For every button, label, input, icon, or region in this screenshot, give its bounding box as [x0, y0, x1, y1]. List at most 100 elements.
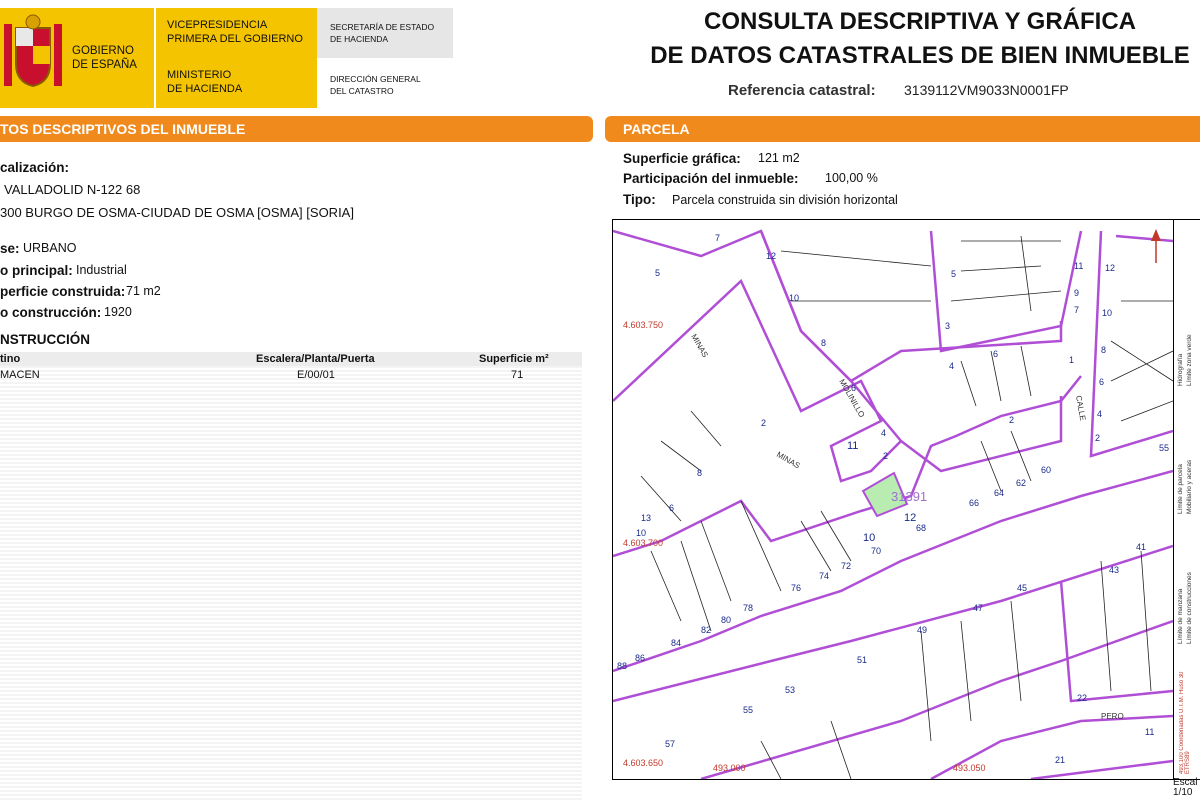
uso-label: o principal: — [0, 263, 73, 278]
col-superficie: Superficie m² — [479, 353, 549, 365]
utm-coordinate-note: 493,100 Coordenadas U.T.M. Huso 30 ETRS8… — [1179, 671, 1191, 774]
legend-items: Hidrografía Límite zona verde Límite de … — [1171, 224, 1200, 774]
legend-manzana: Límite de manzana — [1177, 588, 1184, 644]
svg-text:6: 6 — [993, 349, 998, 359]
page-title-line1: CONSULTA DESCRIPTIVA Y GRÁFICA — [703, 8, 1137, 35]
legend-parcela: Límite de parcela — [1177, 464, 1184, 514]
svg-text:2: 2 — [1009, 415, 1014, 425]
superficie-construida-label: perficie construida: — [0, 284, 126, 299]
coord-y-top: 4.603.750 — [623, 320, 663, 330]
svg-text:4: 4 — [881, 428, 886, 438]
cell-superficie: 71 — [511, 369, 524, 381]
address-line2: 300 BURGO DE OSMA-CIUDAD DE OSMA [OSMA] … — [0, 205, 354, 220]
svg-text:84: 84 — [671, 638, 681, 648]
superficie-construida-value: 71 m2 — [126, 284, 161, 298]
svg-text:4: 4 — [949, 361, 954, 371]
svg-text:70: 70 — [871, 546, 881, 556]
datos-descriptivos-title: TOS DESCRIPTIVOS DEL INMUEBLE — [0, 121, 246, 137]
svg-text:66: 66 — [969, 498, 979, 508]
svg-text:51: 51 — [857, 655, 867, 665]
ref-catastral-value: 3139112VM9033N0001FP — [904, 82, 1069, 98]
svg-text:57: 57 — [665, 739, 675, 749]
gobierno-label: GOBIERNO DE ESPAÑA — [72, 45, 137, 71]
svg-text:6: 6 — [1099, 377, 1104, 387]
datos-descriptivos-header: TOS DESCRIPTIVOS DEL INMUEBLE — [0, 116, 593, 142]
legend-zona-verde: Límite zona verde — [1186, 334, 1193, 386]
svg-text:5: 5 — [655, 268, 660, 278]
localizacion-label: calización: — [0, 160, 70, 175]
svg-text:2: 2 — [1095, 433, 1100, 443]
svg-text:MINAS: MINAS — [689, 333, 709, 359]
construccion-table-body — [0, 366, 582, 800]
svg-text:53: 53 — [785, 685, 795, 695]
svg-text:8: 8 — [1101, 345, 1106, 355]
parcela-title: PARCELA — [623, 121, 690, 137]
svg-text:47: 47 — [973, 603, 983, 613]
svg-text:CALLE: CALLE — [1074, 395, 1087, 422]
ref-catastral-label: Referencia catastral: — [728, 82, 876, 99]
svg-text:6: 6 — [851, 383, 856, 393]
tipo-label: Tipo: — [623, 192, 656, 207]
anio-construccion-value: 1920 — [104, 305, 132, 319]
svg-text:12: 12 — [766, 251, 776, 261]
svg-text:68: 68 — [916, 523, 926, 533]
tipo-value: Parcela construida sin división horizont… — [672, 193, 898, 207]
legend-construcciones: Límite de construcciones — [1186, 572, 1193, 644]
uso-value: Industrial — [76, 263, 127, 277]
coord-y-bot: 4.603.650 — [623, 758, 663, 768]
cadastral-map[interactable]: 4.603.750 4.603.700 4.603.650 493.000 49… — [612, 219, 1174, 780]
svg-text:2: 2 — [761, 418, 766, 428]
svg-text:11: 11 — [1074, 261, 1083, 271]
svg-text:7: 7 — [1074, 305, 1079, 315]
svg-text:13: 13 — [641, 513, 651, 523]
coord-y-mid: 4.603.700 — [623, 538, 663, 548]
svg-text:76: 76 — [791, 583, 801, 593]
legend-mobiliario: Mobiliario y aceras — [1186, 459, 1193, 514]
secretaria-label: SECRETARÍA DE ESTADO DE HACIENDA — [330, 22, 435, 44]
svg-text:5: 5 — [951, 269, 956, 279]
cell-destino: MACEN — [0, 369, 40, 381]
construction-lines — [640, 235, 1173, 779]
table-row: MACEN E/00/01 71 — [0, 368, 582, 382]
page-title-line2: DE DATOS CATASTRALES DE BIEN INMUEBLE — [650, 42, 1190, 69]
svg-text:62: 62 — [1016, 478, 1026, 488]
coord-x2: 493.050 — [953, 763, 986, 773]
address-line1: VALLADOLID N-122 68 — [4, 182, 141, 197]
vicepresidencia-label: VICEPRESIDENCIA PRIMERA DEL GOBIERNO — [167, 19, 303, 45]
svg-text:2: 2 — [883, 451, 888, 461]
svg-text:10: 10 — [1102, 308, 1112, 318]
svg-text:45: 45 — [1017, 583, 1027, 593]
svg-text:11: 11 — [1145, 727, 1154, 737]
svg-text:80: 80 — [721, 615, 731, 625]
svg-text:11: 11 — [847, 440, 858, 452]
logo-separator — [154, 8, 156, 108]
svg-text:PERO: PERO — [1101, 712, 1124, 721]
svg-text:8: 8 — [697, 468, 702, 478]
svg-text:86: 86 — [635, 653, 645, 663]
svg-text:MINAS: MINAS — [775, 450, 801, 470]
map-scale: Escal 1/10 — [1173, 778, 1200, 800]
svg-text:12: 12 — [904, 512, 916, 524]
svg-text:10: 10 — [636, 528, 646, 538]
svg-text:55: 55 — [1159, 443, 1169, 453]
superficie-grafica-label: Superficie gráfica: — [623, 151, 741, 166]
svg-text:6: 6 — [669, 503, 674, 513]
construccion-title: NSTRUCCIÓN — [0, 332, 90, 347]
clase-value: URBANO — [23, 241, 77, 255]
svg-text:78: 78 — [743, 603, 753, 613]
svg-text:4: 4 — [1097, 409, 1102, 419]
col-escalera: Escalera/Planta/Puerta — [256, 353, 375, 365]
scale-value: 1/10 — [1173, 787, 1193, 798]
coat-of-arms-icon — [4, 14, 62, 88]
direccion-label: DIRECCIÓN GENERAL DEL CATASTRO — [330, 74, 421, 96]
svg-text:1: 1 — [1069, 355, 1074, 365]
svg-text:10: 10 — [789, 293, 799, 303]
svg-text:3: 3 — [945, 321, 950, 331]
map-drawing: 4.603.750 4.603.700 4.603.650 493.000 49… — [613, 229, 1173, 779]
ministerio-label: MINISTERIO DE HACIENDA — [167, 69, 243, 95]
svg-text:10: 10 — [863, 532, 875, 544]
svg-text:64: 64 — [994, 488, 1004, 498]
svg-text:74: 74 — [819, 571, 829, 581]
parcel-ref-label: 31391 — [891, 489, 927, 504]
svg-text:88: 88 — [617, 661, 627, 671]
